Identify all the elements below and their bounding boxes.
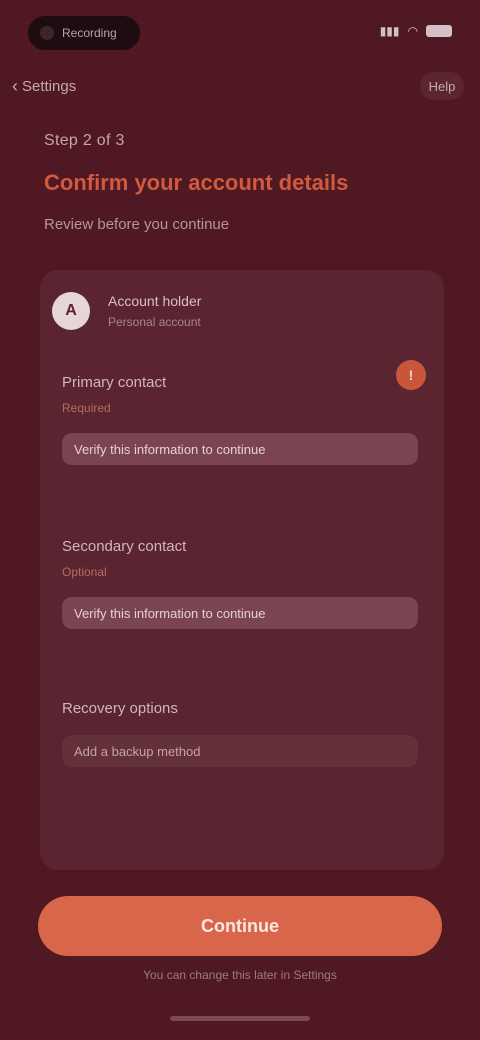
status-bar: Recording ▮▮▮ ◠ [0, 10, 480, 54]
account-row[interactable]: A Account holder Personal account [52, 292, 201, 330]
field-value-input[interactable]: Verify this information to continue [62, 597, 418, 629]
battery-icon [426, 25, 452, 37]
field-value-input[interactable]: Verify this information to continue [62, 433, 418, 465]
back-button[interactable]: ‹ Settings [12, 72, 76, 100]
account-text: Account holder Personal account [108, 293, 201, 329]
chevron-left-icon: ‹ [12, 76, 18, 96]
status-icons: ▮▮▮ ◠ [380, 24, 452, 38]
field-secondary-contact: Secondary contact Optional Verify this i… [62, 538, 418, 629]
account-type: Personal account [108, 315, 201, 329]
field-recovery-options: Recovery options Add a backup method [62, 700, 418, 767]
field-hint: Required [62, 401, 111, 415]
back-label: Settings [22, 77, 77, 95]
details-card: A Account holder Personal account ! Prim… [40, 270, 444, 870]
field-primary-contact: Primary contact Required Verify this inf… [62, 374, 418, 465]
page-subtitle: Review before you continue [44, 216, 230, 233]
avatar: A [52, 292, 90, 330]
recording-pill[interactable]: Recording [28, 16, 140, 50]
home-indicator[interactable] [170, 1016, 310, 1021]
wifi-icon: ◠ [407, 24, 418, 38]
nav-bar: ‹ Settings Help [12, 72, 464, 100]
step-indicator: Step 2 of 3 [44, 132, 125, 149]
field-hint: Optional [62, 565, 107, 579]
footnote: You can change this later in Settings [143, 968, 337, 982]
screen: Recording ▮▮▮ ◠ ‹ Settings Help Step 2 o… [0, 0, 480, 1040]
field-label: Primary contact [62, 374, 167, 391]
record-dot-icon [40, 26, 54, 40]
signal-icon: ▮▮▮ [379, 24, 400, 38]
field-value-input[interactable]: Add a backup method [62, 735, 418, 767]
page-title: Confirm your account details [44, 170, 349, 195]
help-button[interactable]: Help [420, 72, 464, 100]
pill-label: Recording [62, 26, 117, 40]
field-label: Recovery options [62, 700, 178, 717]
account-name: Account holder [108, 293, 202, 309]
continue-button[interactable]: Continue [38, 896, 442, 956]
field-label: Secondary contact [62, 538, 187, 555]
